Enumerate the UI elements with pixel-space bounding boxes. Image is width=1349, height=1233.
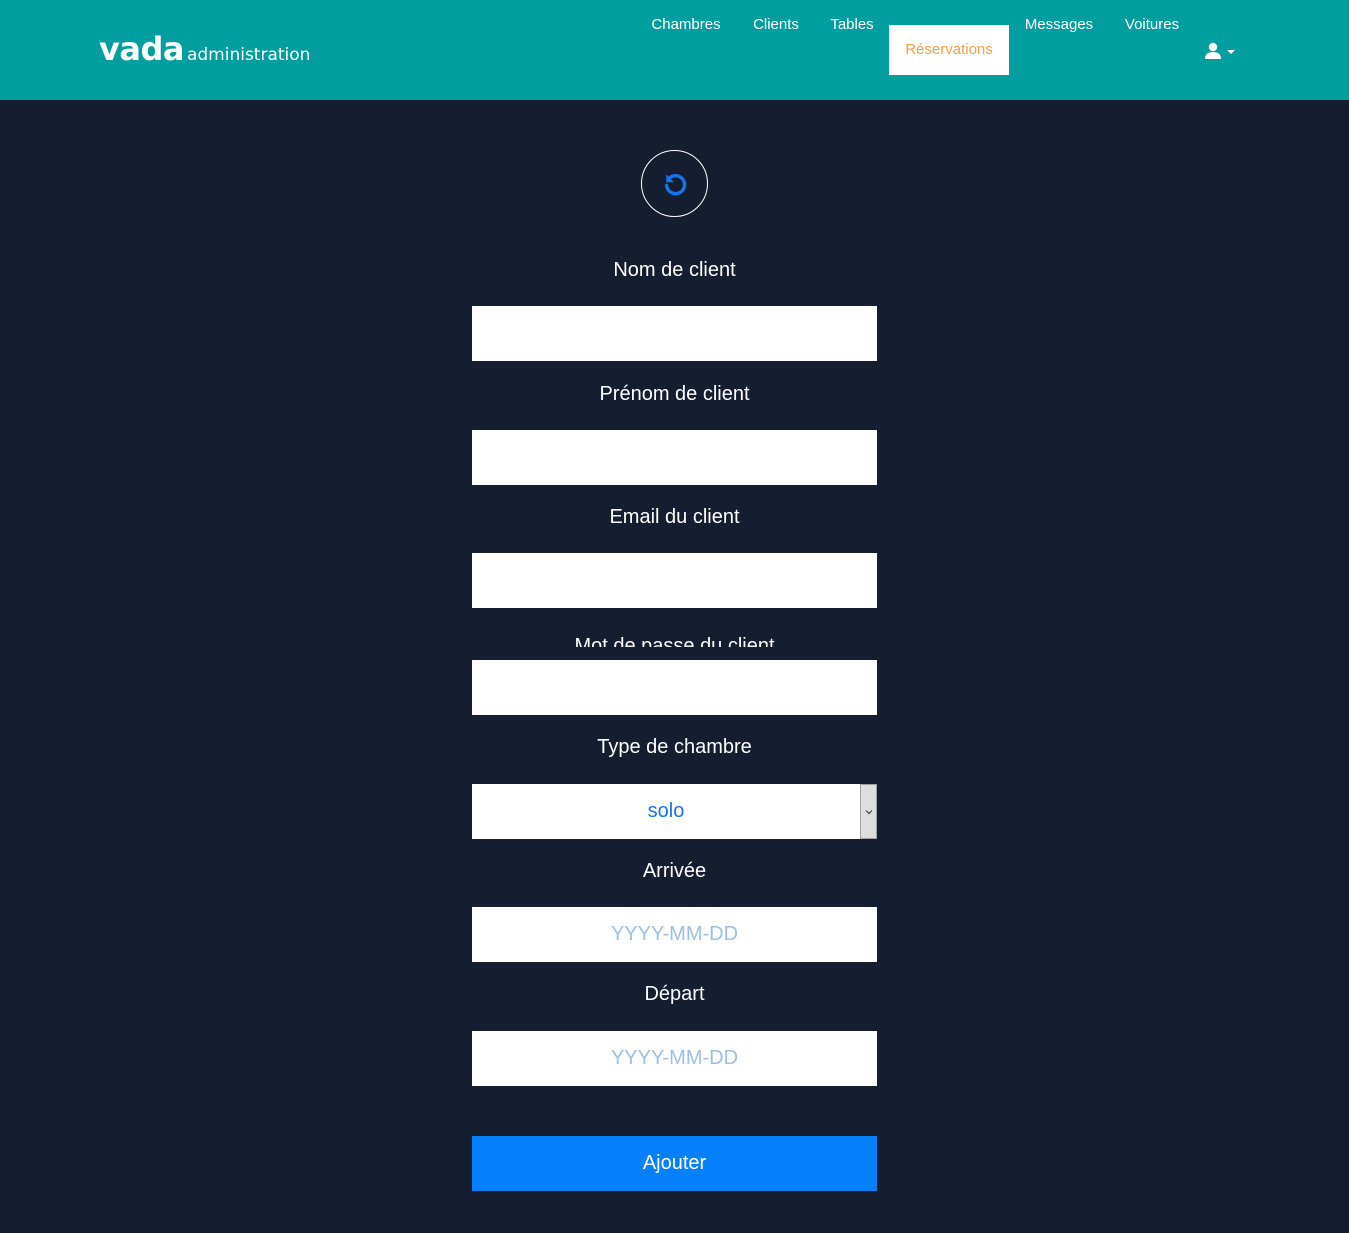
- undo-icon: [664, 173, 687, 196]
- nom-input[interactable]: [472, 306, 877, 361]
- room-type-select[interactable]: solo: [472, 784, 877, 839]
- brand-name: vada: [99, 30, 184, 68]
- brand-subtitle: administration: [186, 45, 311, 65]
- nav-item-tables[interactable]: Tables: [816, 0, 888, 50]
- brand-logo[interactable]: vada administration: [99, 30, 310, 68]
- email-input[interactable]: [472, 553, 877, 608]
- departure-input[interactable]: [472, 1031, 877, 1086]
- nav-item-messages[interactable]: Messages: [1011, 0, 1107, 50]
- email-label: Email du client: [609, 506, 740, 528]
- chevron-down-icon: [865, 810, 873, 815]
- caret-down-icon: [1227, 50, 1235, 54]
- prenom-input[interactable]: [472, 430, 877, 485]
- add-button[interactable]: Ajouter: [472, 1136, 877, 1191]
- nav-item-clients[interactable]: Clients: [738, 0, 814, 50]
- top-navbar: vada administration Chambres Clients Tabl…: [0, 0, 1349, 100]
- prenom-label: Prénom de client: [599, 383, 750, 405]
- password-input[interactable]: [472, 660, 877, 715]
- nom-label: Nom de client: [613, 259, 736, 281]
- arrival-input[interactable]: [472, 907, 877, 962]
- arrival-label: Arrivée: [642, 860, 707, 882]
- password-label: Mot de passe du client: [574, 635, 775, 647]
- select-dropdown-button[interactable]: [860, 784, 877, 839]
- nav-item-reservations[interactable]: Réservations: [889, 25, 1009, 75]
- room-type-label: Type de chambre: [597, 736, 752, 758]
- user-icon: [1205, 42, 1221, 59]
- departure-label: Départ: [644, 983, 705, 1005]
- back-button[interactable]: [641, 150, 708, 217]
- user-menu-toggle[interactable]: [1204, 41, 1238, 61]
- room-type-value: solo: [647, 800, 685, 822]
- nav-item-voitures[interactable]: Voitures: [1109, 0, 1195, 50]
- nav-item-chambres[interactable]: Chambres: [636, 0, 736, 50]
